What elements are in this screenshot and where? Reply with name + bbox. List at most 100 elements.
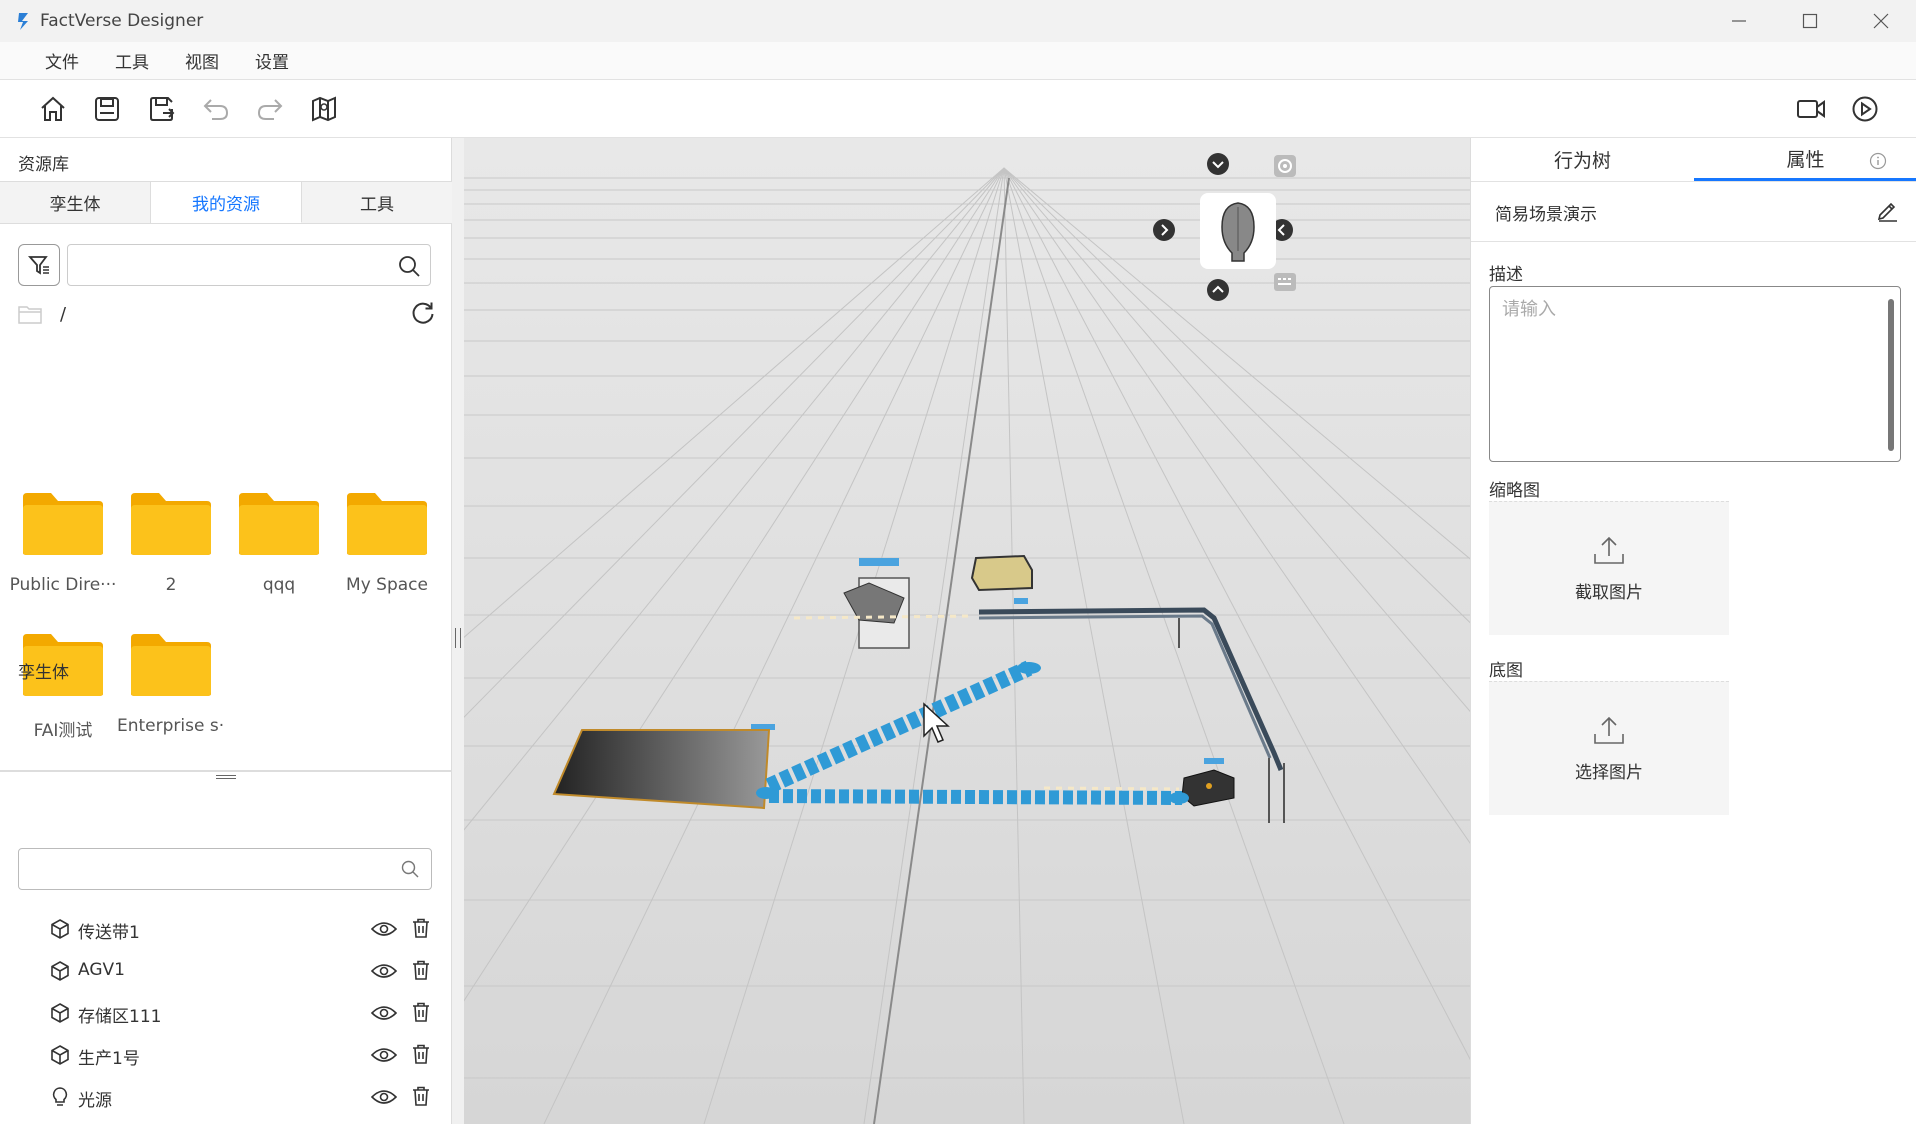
tab-tools[interactable]: 工具 [302,182,452,223]
play-button[interactable] [1850,94,1880,124]
list-item[interactable]: 存储区111 [0,992,452,1034]
capture-thumbnail-label: 截取图片 [1575,583,1643,603]
menu-tools[interactable]: 工具 [115,48,149,73]
home-button[interactable] [38,94,68,124]
menu-view[interactable]: 视图 [185,48,219,73]
trash-icon[interactable] [410,1085,432,1112]
description-scrollbar[interactable] [1888,299,1894,451]
resize-handle[interactable] [216,775,236,779]
splitter-grip [455,628,461,648]
bulb-icon [49,1086,71,1108]
view-cube[interactable] [1200,193,1276,269]
folder-label: FAI测试 [33,721,93,741]
folder-icon [129,491,213,557]
view-left-button[interactable] [1152,218,1176,247]
list-item[interactable]: 光源 [0,1118,452,1124]
menu-file[interactable]: 文件 [45,48,79,73]
folder-label: My Space [346,575,428,595]
path-row: / [18,298,436,330]
refresh-icon[interactable] [410,300,436,331]
minimize-icon [1731,20,1746,22]
grid-toggle-button[interactable] [1273,270,1297,299]
thumbnail-label: 缩略图 [1489,481,1540,501]
maximize-icon [1802,13,1817,29]
save-button[interactable] [92,94,122,124]
capture-thumbnail-button[interactable]: 截取图片 [1489,501,1729,635]
camera-button[interactable] [1796,94,1826,124]
3d-viewport[interactable] [464,138,1470,1124]
info-icon[interactable] [1869,152,1887,175]
folder-item[interactable]: My Space [333,491,441,595]
window-controls [1703,0,1916,42]
maximize-button[interactable] [1774,0,1845,42]
folder-icon [21,491,105,557]
trash-icon[interactable] [410,1043,432,1070]
basemap-label: 底图 [1489,661,1523,681]
scene-canvas [464,138,1470,1124]
filter-button[interactable] [18,244,60,286]
folder-icon [129,632,213,698]
folder-label: Public Dire··· [9,575,117,595]
description-input[interactable] [1502,295,1882,455]
resource-search-input[interactable] [76,245,396,283]
folder-item[interactable]: qqq [225,491,333,595]
redo-button[interactable] [255,94,285,124]
list-item[interactable]: 传送带1 [0,908,452,950]
map-icon [312,96,336,122]
view-up-button[interactable] [1206,278,1230,307]
folder-item[interactable]: Enterprise s··· [117,632,225,736]
undo-button[interactable] [201,94,231,124]
view-down-button[interactable] [1206,152,1230,181]
tab-properties-label: 属性 [1786,148,1825,171]
left-panel: 资源库 孪生体 我的资源 工具 / Public Dire··· 2 qqq M… [0,138,452,1124]
storage-area-model[interactable] [552,729,771,810]
trash-icon[interactable] [410,1001,432,1028]
minimize-button[interactable] [1703,0,1774,42]
play-icon [1852,96,1878,122]
view-reset-button[interactable] [1273,154,1297,183]
tab-my-resources[interactable]: 我的资源 [151,182,302,223]
redo-icon [257,99,283,120]
map-button[interactable] [309,94,339,124]
select-basemap-button[interactable]: 选择图片 [1489,681,1729,815]
app-logo-icon [16,11,32,31]
twins-title: 孪生体 [18,663,69,683]
close-button[interactable] [1845,0,1916,42]
eye-icon[interactable] [370,962,398,985]
trash-icon[interactable] [410,917,432,944]
eye-icon[interactable] [370,1004,398,1027]
edit-icon[interactable] [1876,198,1900,227]
chevron-right-icon [1153,219,1175,241]
menu-settings[interactable]: 设置 [255,48,289,73]
twin-label: 传送带1 [78,923,140,943]
trash-icon[interactable] [410,959,432,986]
tab-twins[interactable]: 孪生体 [0,182,151,223]
eye-icon[interactable] [370,1046,398,1069]
scene-name: 简易场景演示 [1495,205,1597,225]
divider [1471,241,1916,242]
twin-label: 生产1号 [78,1049,140,1069]
menu-bar: 文件 工具 视图 设置 [0,42,1916,80]
vertical-splitter[interactable] [452,138,464,1124]
save-as-button[interactable] [147,94,177,124]
search-icon[interactable] [398,255,420,282]
folder-item[interactable]: Public Dire··· [9,491,117,595]
list-item[interactable]: AGV1 [0,950,452,992]
title-bar: FactVerse Designer [0,0,1916,42]
chevron-up-icon [1207,279,1229,301]
eye-icon[interactable] [370,1088,398,1111]
list-item[interactable]: 生产1号 [0,1034,452,1076]
folder-item[interactable]: 2 [117,491,225,595]
folder-label: 2 [165,575,177,595]
tab-properties[interactable]: 属性 [1694,138,1916,181]
eye-icon[interactable] [370,920,398,943]
close-icon [1873,13,1888,29]
list-item[interactable]: 光源 [0,1076,452,1118]
folder-item[interactable]: FAI测试 [9,632,117,741]
twins-search-input[interactable] [27,849,387,887]
tab-behavior-tree-label: 行为树 [1553,150,1611,172]
filter-icon [28,256,49,275]
description-label: 描述 [1489,265,1523,285]
tab-behavior-tree[interactable]: 行为树 [1471,138,1694,181]
search-icon[interactable] [401,860,419,883]
